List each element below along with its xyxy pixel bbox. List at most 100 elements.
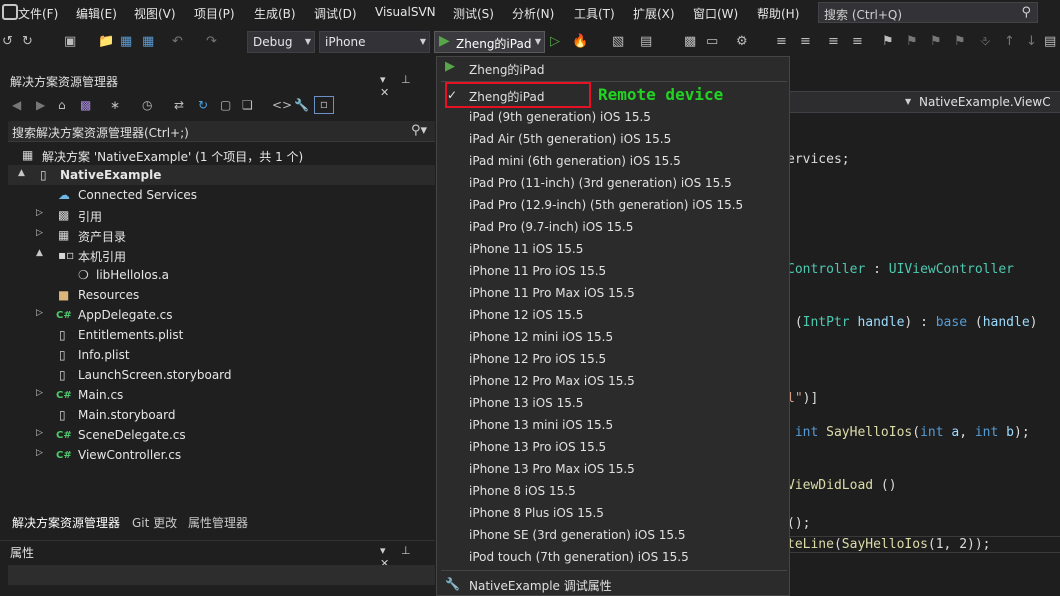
expand-icon[interactable]: ▷ (36, 448, 43, 458)
history-icon[interactable]: ◷ (142, 98, 152, 112)
dropdown-item-simulator[interactable]: iPhone 11 Pro Max iOS 15.5 (437, 282, 789, 304)
tree-item-solution[interactable]: ▦ 解决方案 'NativeExample' (1 个项目，共 1 个) (0, 145, 435, 165)
menu-visualsvn[interactable]: VisualSVN (375, 5, 436, 19)
up-arrow-icon[interactable]: ↑ (1004, 34, 1015, 49)
redo-icon[interactable]: ↷ (206, 34, 217, 49)
tree-item[interactable]: ▷ C# AppDelegate.cs (0, 305, 435, 325)
tree-item[interactable]: ▷ ▦ 资产目录 (0, 225, 435, 245)
menu-file[interactable]: 文件(F) (18, 5, 58, 22)
format-icon[interactable]: ≡ (776, 34, 787, 49)
expand-icon[interactable]: ▷ (36, 228, 43, 238)
code-editor[interactable]: ▼ NativeExample.ViewC ervices; Controlle… (787, 58, 1060, 596)
dropdown-item-simulator[interactable]: iPhone 12 mini iOS 15.5 (437, 326, 789, 348)
pending-changes-icon[interactable]: ∗ (110, 98, 120, 112)
down-arrow-icon[interactable]: ↓ (1026, 34, 1037, 49)
platform-dropdown[interactable]: iPhone ▼ (319, 31, 430, 53)
tree-item[interactable]: ▷ C# SceneDelegate.cs (0, 425, 435, 445)
bookmark-clear-icon[interactable]: ⚑ (954, 34, 966, 49)
menu-analyze[interactable]: 分析(N) (512, 5, 554, 22)
save-icon[interactable]: ▦ (120, 34, 132, 49)
dropdown-item-simulator[interactable]: iPhone 13 mini iOS 15.5 (437, 414, 789, 436)
dropdown-item-simulator[interactable]: iPad Pro (9.7-inch) iOS 15.5 (437, 216, 789, 238)
chevron-down-icon[interactable]: ▼ (905, 97, 911, 106)
tree-item[interactable]: ▯ Info.plist (0, 345, 435, 365)
configuration-dropdown[interactable]: Debug ▼ (247, 31, 315, 53)
collapse-icon[interactable]: ▲ (18, 168, 25, 178)
open-folder-icon[interactable]: 📁 (98, 34, 114, 49)
dropdown-item-debug-properties[interactable]: 🔧 NativeExample 调试属性 (437, 573, 789, 595)
tree-item[interactable]: ▷ ▩ 引用 (0, 205, 435, 225)
menu-test[interactable]: 测试(S) (453, 5, 494, 22)
tree-item[interactable]: ▷ C# ViewController.cs (0, 445, 435, 465)
tab-git-changes[interactable]: Git 更改 (132, 514, 177, 531)
preview-selected-icon[interactable]: ▫ (314, 96, 334, 114)
build-icon[interactable]: ⚙ (736, 34, 748, 49)
run-target-button[interactable]: ▶ Zheng的iPad ▼ (434, 31, 545, 53)
dropdown-item-simulator[interactable]: iPhone SE (3rd generation) iOS 15.5 (437, 524, 789, 546)
dropdown-item-simulator[interactable]: iPad mini (6th generation) iOS 15.5 (437, 150, 789, 172)
solution-search-input[interactable]: 搜索解决方案资源管理器(Ctrl+;) ⚲▾ (8, 121, 435, 142)
dropdown-item-simulator[interactable]: iPhone 13 Pro iOS 15.5 (437, 436, 789, 458)
tree-item-project[interactable]: ▲ ▯ NativeExample (8, 165, 435, 185)
expand-icon[interactable]: ▷ (36, 428, 43, 438)
forward-icon[interactable]: ↻ (22, 34, 33, 49)
collapse-icon[interactable]: ▲ (36, 248, 43, 258)
member-navigation-dropdown[interactable]: NativeExample.ViewC (919, 95, 1051, 109)
tree-item[interactable]: ▯ Main.storyboard (0, 405, 435, 425)
search-input[interactable]: 搜索 (Ctrl+Q) ⚲ (818, 2, 1038, 23)
new-project-icon[interactable]: ▣ (64, 34, 76, 49)
tree-item[interactable]: ▷ C# Main.cs (0, 385, 435, 405)
dropdown-item-simulator[interactable]: iPhone 11 Pro iOS 15.5 (437, 260, 789, 282)
menu-view[interactable]: 视图(V) (134, 5, 176, 22)
dropdown-item-start-device[interactable]: ▶ Zheng的iPad (437, 57, 789, 79)
tree-item[interactable]: ▯ Entitlements.plist (0, 325, 435, 345)
forward-icon[interactable]: ▶ (36, 98, 45, 112)
attach-icon[interactable]: ⎀ (980, 34, 990, 49)
monitor-icon[interactable]: ▭ (706, 34, 718, 49)
toolbar-tool-icon[interactable]: ▧ (612, 34, 624, 49)
dropdown-item-simulator[interactable]: iPhone 13 iOS 15.5 (437, 392, 789, 414)
properties-wrench-icon[interactable]: 🔧 (294, 98, 309, 112)
start-without-debugging-icon[interactable]: ▷ (550, 34, 560, 49)
dropdown-item-simulator[interactable]: iPhone 12 Pro iOS 15.5 (437, 348, 789, 370)
comment-icon[interactable]: ≡ (800, 34, 811, 49)
menu-debug[interactable]: 调试(D) (314, 5, 357, 22)
menu-build[interactable]: 生成(B) (254, 5, 296, 22)
outdent-icon[interactable]: ≡ (852, 34, 863, 49)
device-icon[interactable]: ▩ (684, 34, 696, 49)
dropdown-item-simulator[interactable]: iPhone 8 iOS 15.5 (437, 480, 789, 502)
tree-item[interactable]: ▲ ▪▫ 本机引用 (0, 245, 435, 265)
dropdown-item-simulator[interactable]: iPhone 13 Pro Max iOS 15.5 (437, 458, 789, 480)
menu-project[interactable]: 项目(P) (194, 5, 235, 22)
tree-item[interactable]: ■ Resources (0, 285, 435, 305)
dropdown-item-simulator[interactable]: iPad Pro (11-inch) (3rd generation) iOS … (437, 172, 789, 194)
tree-item[interactable]: ☁ Connected Services (0, 185, 435, 205)
undo-icon[interactable]: ↶ (172, 34, 183, 49)
layout-icon[interactable]: ▤ (640, 34, 652, 49)
toolbar-overflow-icon[interactable]: ▤ (1044, 34, 1056, 49)
dropdown-item-simulator[interactable]: iPad Pro (12.9-inch) (5th generation) iO… (437, 194, 789, 216)
back-icon[interactable]: ◀ (12, 98, 21, 112)
menu-extensions[interactable]: 扩展(X) (633, 5, 675, 22)
show-all-files-icon[interactable]: ❏ (242, 98, 253, 112)
dropdown-item-simulator[interactable]: iPhone 12 iOS 15.5 (437, 304, 789, 326)
visual-studio-logo-icon[interactable] (2, 4, 18, 20)
tab-property-manager[interactable]: 属性管理器 (188, 514, 248, 531)
home-icon[interactable]: ⌂ (58, 98, 66, 112)
bookmark-prev-icon[interactable]: ⚑ (906, 34, 918, 49)
dropdown-item-simulator[interactable]: iPhone 12 Pro Max iOS 15.5 (437, 370, 789, 392)
dropdown-item-simulator[interactable]: iPhone 11 iOS 15.5 (437, 238, 789, 260)
collapse-all-icon[interactable]: ▢ (220, 98, 231, 112)
properties-object-selector[interactable] (8, 565, 435, 585)
expand-icon[interactable]: ▷ (36, 308, 43, 318)
sync-icon[interactable]: ⇄ (174, 98, 184, 112)
menu-edit[interactable]: 编辑(E) (76, 5, 117, 22)
indent-icon[interactable]: ≡ (828, 34, 839, 49)
dropdown-item-simulator[interactable]: iPad (9th generation) iOS 15.5 (437, 106, 789, 128)
refresh-icon[interactable]: ↻ (198, 98, 208, 112)
menu-tools[interactable]: 工具(T) (574, 5, 615, 22)
menu-window[interactable]: 窗口(W) (693, 5, 738, 22)
save-all-icon[interactable]: ▦ (142, 34, 154, 49)
expand-icon[interactable]: ▷ (36, 208, 43, 218)
back-icon[interactable]: ↺ (2, 34, 13, 49)
